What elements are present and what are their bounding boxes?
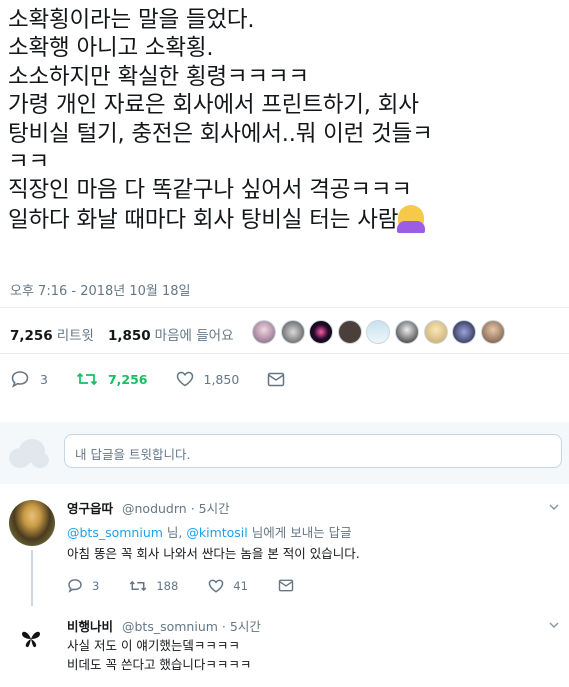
liker-avatar[interactable]: [309, 320, 334, 344]
retweet-icon: [76, 372, 98, 386]
likers-avatars: [252, 320, 509, 344]
author-handle[interactable]: @nodudrn: [122, 501, 187, 516]
reply-count: 3: [40, 371, 48, 387]
like-action[interactable]: 1,850: [176, 371, 240, 387]
liker-avatar[interactable]: [480, 320, 505, 344]
liker-avatar[interactable]: [337, 320, 362, 344]
mention-link[interactable]: @kimtosil: [186, 525, 247, 540]
replying-to-sep: 님,: [162, 525, 187, 540]
liker-avatar[interactable]: [423, 320, 448, 344]
divider: [0, 353, 569, 354]
likes-count: 1,850: [107, 328, 151, 344]
reply-time[interactable]: · 5시간: [191, 501, 230, 516]
tweet-line: ㅋㅋ: [8, 149, 50, 176]
reply-text-line: 사실 저도 이 얘기했는뎈ㅋㅋㅋㅋ: [67, 638, 240, 653]
reply-text-line: 비데도 꼭 쓴다고 했습니다ㅋㅋㅋㅋ: [67, 657, 252, 672]
likes-stat[interactable]: 1,850 마음에 들어요: [108, 324, 234, 344]
reply-actions: 3 188 41: [67, 578, 333, 593]
reply-tweet[interactable]: 비행나비 @bts_somnium · 5시간 사실 저도 이 얘기했는뎈ㅋㅋㅋ…: [0, 608, 569, 687]
reply-time[interactable]: · 5시간: [222, 619, 261, 634]
like-count: 1,850: [203, 371, 240, 387]
tweet-stats: 7,256 리트윗 1,850 마음에 들어요: [10, 324, 247, 344]
tweet-line: 탕비실 털기, 충전은 회사에서..뭐 이런 것들ㅋ: [8, 120, 433, 147]
reply-header: 영구읍따 @nodudrn · 5시간: [67, 498, 230, 517]
retweets-count: 7,256: [10, 328, 53, 344]
reply-count: 3: [92, 578, 100, 593]
retweets-label: 리트윗: [56, 328, 94, 344]
tweet-line: 가령 개인 자료은 회사에서 프린트하기, 회사: [8, 92, 419, 119]
tweet-line: 소확횡이라는 말을 들었다.: [8, 7, 255, 33]
mention-link[interactable]: @bts_somnium: [67, 525, 163, 540]
tweet-line-text: 일하다 화날 때마다 회사 탕비실 터는 사람: [8, 206, 399, 233]
reply-icon: [68, 579, 82, 593]
heart-icon: [176, 371, 193, 387]
reply-icon: [11, 371, 29, 388]
liker-avatar[interactable]: [280, 320, 305, 344]
chevron-down-icon[interactable]: [549, 502, 559, 512]
reply-header: 비행나비 @bts_somnium · 5시간: [67, 616, 261, 635]
tweet-line: 소소하지만 확실한 횡령ㅋㅋㅋㅋ: [8, 63, 309, 90]
author-name[interactable]: 영구읍따: [67, 501, 113, 516]
tweet-timestamp[interactable]: 오후 7:16 - 2018년 10월 18일: [10, 280, 191, 299]
replying-to: @bts_somnium 님, @kimtosil 님에게 보내는 답글: [67, 522, 352, 541]
thread-connector: [31, 550, 33, 606]
butterfly-avatar-icon[interactable]: [20, 628, 42, 650]
reply-action[interactable]: 3: [67, 578, 99, 593]
liker-avatar[interactable]: [452, 320, 477, 344]
envelope-icon: [278, 579, 294, 592]
retweet-count: 7,256: [107, 371, 148, 387]
reply-compose: 내 답글을 트윗합니다.: [0, 422, 569, 484]
like-count: 41: [233, 578, 248, 593]
liker-avatar[interactable]: [394, 320, 419, 344]
liker-avatar[interactable]: [252, 320, 276, 344]
retweets-stat[interactable]: 7,256 리트윗: [10, 324, 94, 344]
reply-text: 아침 똥은 꼭 회사 나와서 싼다는 놈을 본 적이 있습니다.: [67, 546, 360, 561]
retweet-action[interactable]: 188: [129, 579, 178, 593]
retweet-count: 188: [156, 578, 179, 593]
likes-label: 마음에 들어요: [154, 328, 234, 344]
tweet-line: 소확행 아니고 소확횡.: [8, 35, 214, 62]
avatar[interactable]: [9, 500, 55, 546]
tweet-line-last: 일하다 화날 때마다 회사 탕비실 터는 사람: [8, 204, 560, 234]
author-name[interactable]: 비행나비: [67, 619, 113, 634]
author-handle[interactable]: @bts_somnium: [122, 619, 218, 634]
reply-action[interactable]: 3: [10, 370, 48, 388]
heart-icon: [208, 579, 224, 593]
divider: [0, 307, 569, 308]
envelope-icon: [268, 372, 285, 386]
message-action[interactable]: [278, 579, 303, 592]
retweet-action[interactable]: 7,256: [76, 371, 148, 387]
tweet-line: 직장인 마음 다 똑같구나 싶어서 격공ㅋㅋㅋ: [8, 177, 412, 204]
tweet-actions: 3 7,256 1,850: [10, 370, 323, 388]
message-action[interactable]: [267, 372, 295, 387]
default-avatar-icon: [9, 439, 49, 468]
replying-to-suffix: 님에게 보내는 답글: [247, 525, 352, 540]
liker-avatar[interactable]: [366, 320, 391, 344]
reply-input[interactable]: 내 답글을 트윗합니다.: [64, 434, 562, 468]
tweet-text: 소확횡이라는 말을 들었다. 소확행 아니고 소확횡. 소소하지만 확실한 횡령…: [8, 6, 560, 234]
reply-tweet[interactable]: 영구읍따 @nodudrn · 5시간 @bts_somnium 님, @kim…: [0, 488, 569, 608]
chevron-down-icon[interactable]: [549, 620, 559, 630]
like-action[interactable]: 41: [208, 579, 248, 593]
retweet-icon: [130, 580, 147, 591]
person-raising-hand-emoji-icon: [397, 204, 426, 233]
